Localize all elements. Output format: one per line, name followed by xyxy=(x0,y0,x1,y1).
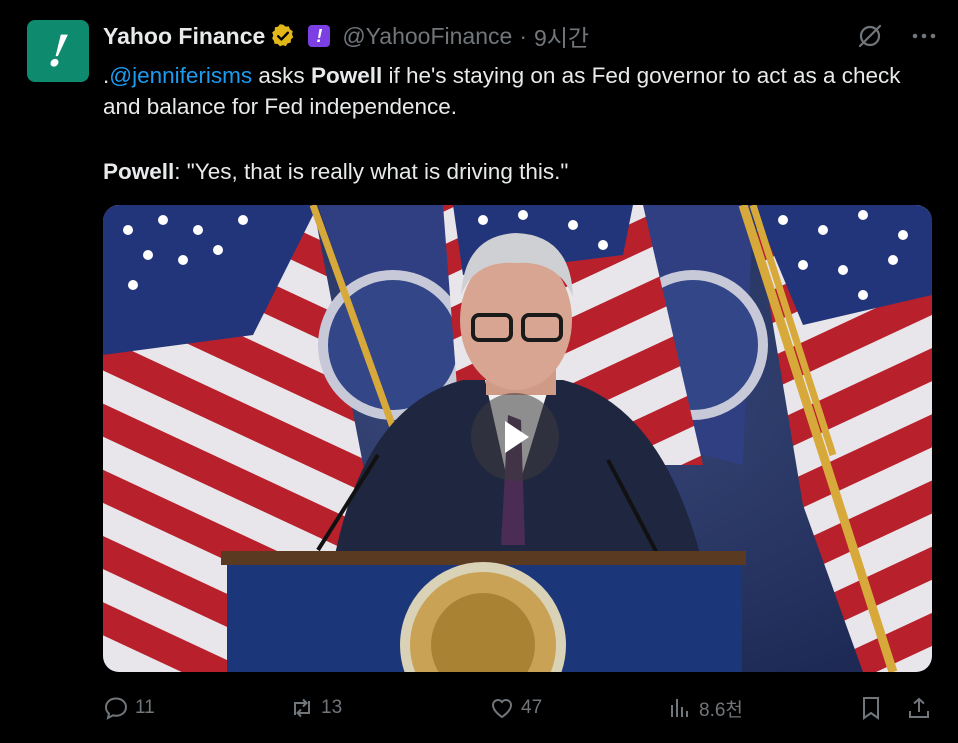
like-button[interactable]: 47 xyxy=(489,695,667,721)
affiliate-badge-icon[interactable]: ! xyxy=(308,25,331,47)
dot-separator: · xyxy=(519,22,527,49)
more-icon[interactable] xyxy=(910,22,938,50)
text-asks: asks xyxy=(252,63,311,88)
grok-icon[interactable] xyxy=(856,22,884,50)
tweet-paragraph-1: .@jenniferisms asks Powell if he's stayi… xyxy=(103,60,923,122)
views-icon xyxy=(671,699,688,717)
like-icon xyxy=(491,699,513,719)
like-count: 47 xyxy=(521,697,543,718)
play-icon xyxy=(505,421,529,453)
reply-count: 11 xyxy=(135,697,155,718)
video-player[interactable] xyxy=(103,205,932,672)
verified-badge-icon xyxy=(272,24,294,47)
reply-button[interactable]: 11 xyxy=(103,695,289,721)
timestamp[interactable]: 9시간 xyxy=(534,19,589,53)
views-button[interactable]: 8.6천 xyxy=(667,695,857,722)
bookmark-icon[interactable] xyxy=(858,695,884,721)
bold-name: Powell xyxy=(310,63,383,88)
author-name[interactable]: Yahoo Finance xyxy=(103,23,265,50)
repost-icon xyxy=(294,698,310,718)
action-bar: 11 13 47 8.6천 xyxy=(103,690,932,726)
quote-text: : "Yes, that is really what is driving t… xyxy=(174,159,569,184)
tweet-header: Yahoo Finance ! @YahooFinance · 9시간 xyxy=(103,20,938,52)
extra-actions xyxy=(858,695,932,721)
tweet-text: .@jenniferisms asks Powell if he's stayi… xyxy=(103,60,923,187)
play-button[interactable] xyxy=(471,393,559,481)
mention-link[interactable]: @jenniferisms xyxy=(109,63,252,88)
quote-name: Powell xyxy=(103,159,175,184)
avatar-glyph: ! xyxy=(44,24,73,77)
author-handle[interactable]: @YahooFinance xyxy=(342,23,512,50)
avatar[interactable]: ! xyxy=(27,20,89,82)
reply-icon xyxy=(104,697,128,720)
repost-count: 13 xyxy=(321,697,343,718)
share-icon[interactable] xyxy=(906,695,932,721)
tweet-paragraph-2: Powell: "Yes, that is really what is dri… xyxy=(103,156,923,187)
repost-button[interactable]: 13 xyxy=(289,695,489,721)
views-count: 8.6천 xyxy=(699,699,743,721)
